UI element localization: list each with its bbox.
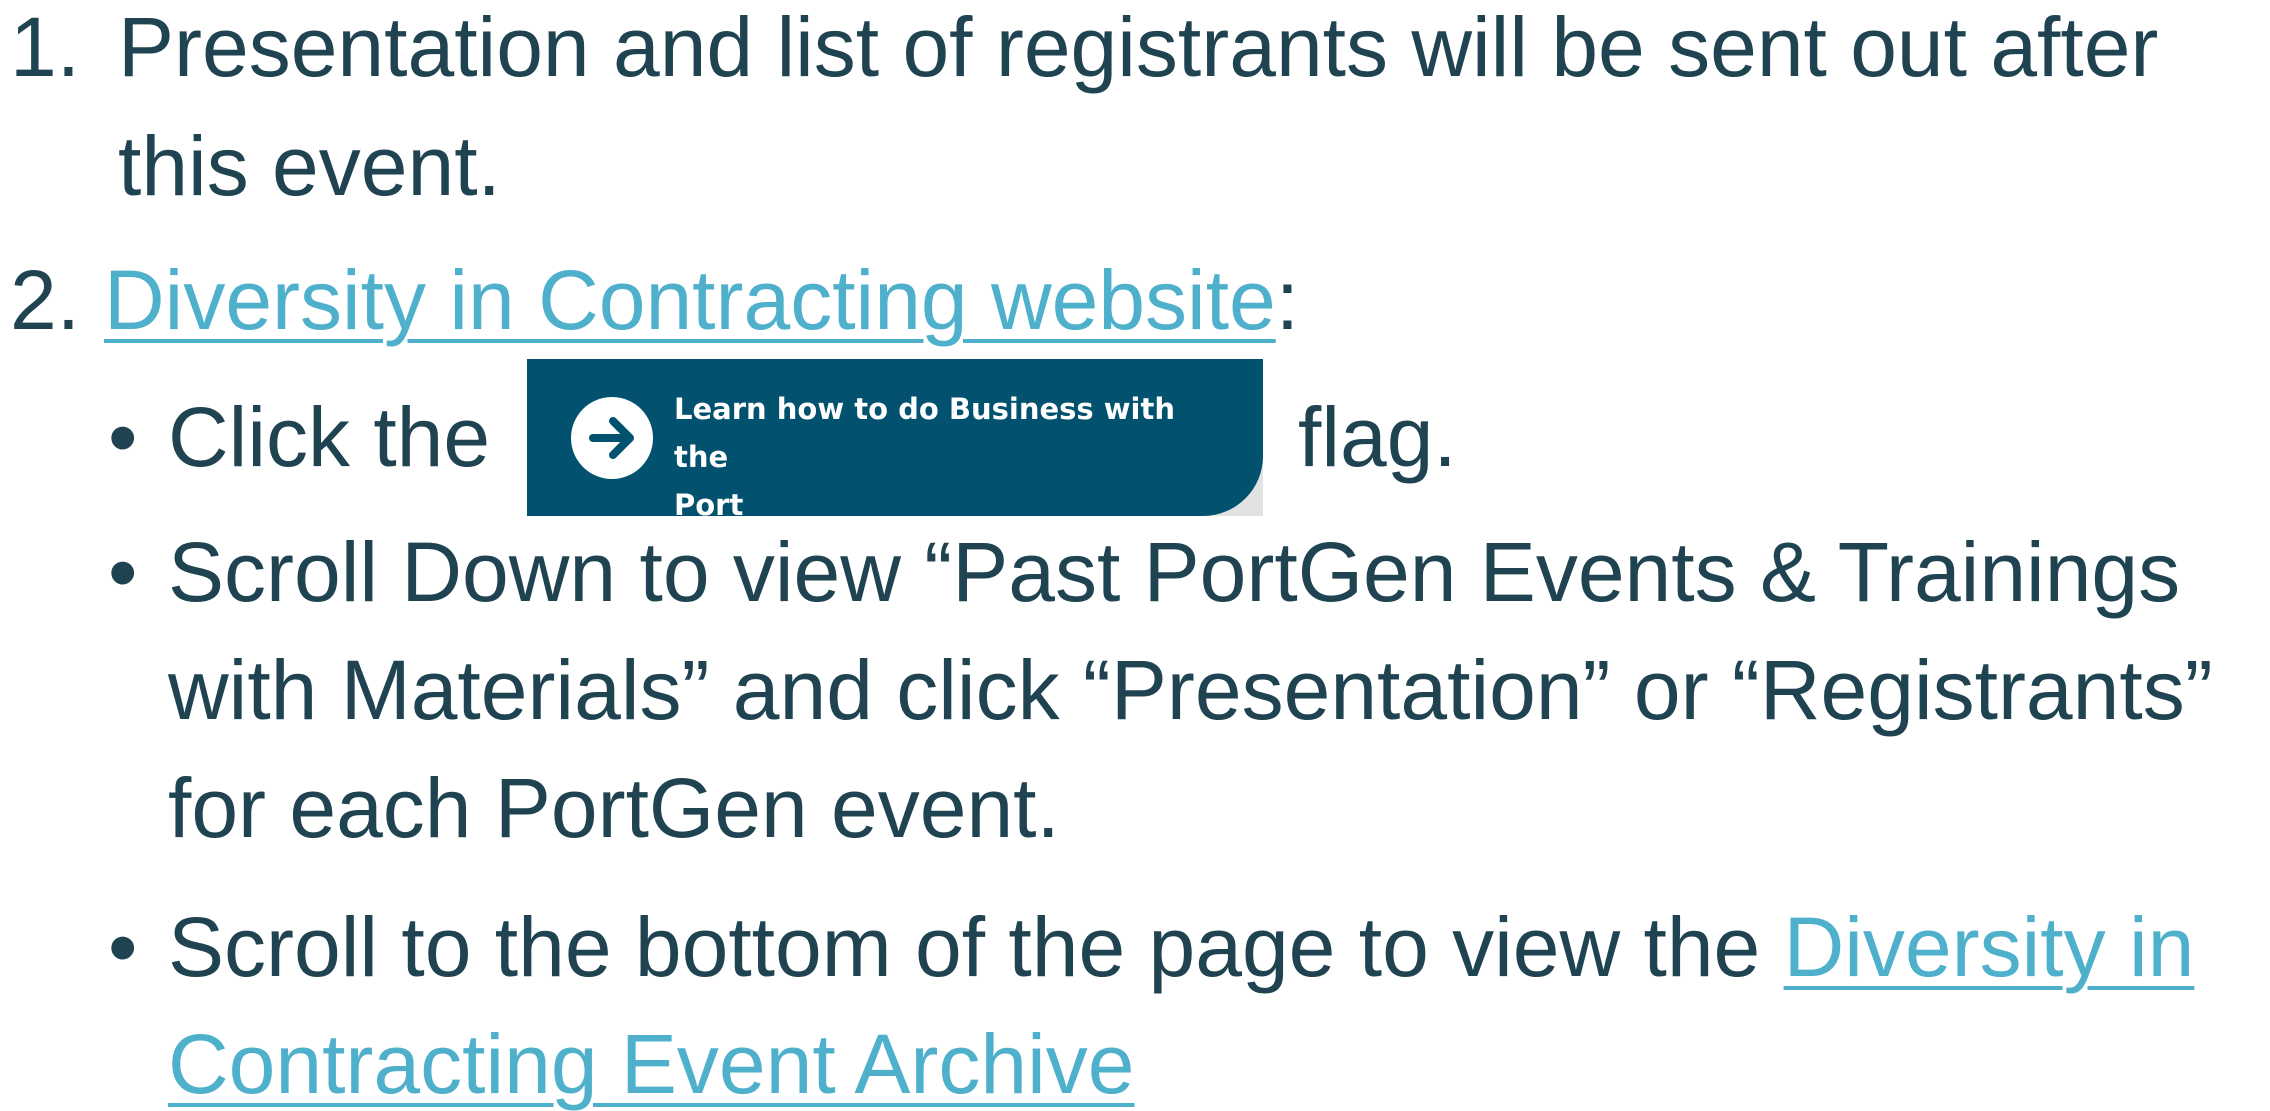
bullet1-after: flag. xyxy=(1298,390,1457,484)
flag-label-line2: Port xyxy=(674,488,744,522)
item2-colon: : xyxy=(1275,253,1300,347)
bullet3-text: Scroll to the bottom of the page to view… xyxy=(168,900,1784,994)
bullet-3: • xyxy=(108,900,138,994)
bullet1-before: Click the xyxy=(168,390,491,484)
bullet-2: • xyxy=(108,525,138,619)
learn-business-flag-button[interactable]: Learn how to do Business with the Port xyxy=(527,359,1263,522)
item1-line1: Presentation and list of registrants wil… xyxy=(118,0,2159,94)
item2-heading: Diversity in Contracting website: xyxy=(104,258,1299,342)
bullet-1: • xyxy=(108,390,138,484)
item1-line2: this event. xyxy=(118,119,501,213)
flag-label-line1: Learn how to do Business with the xyxy=(674,392,1176,474)
bullet2-line3: for each PortGen event. xyxy=(168,761,1060,855)
bullet3-line1: Scroll to the bottom of the page to view… xyxy=(168,905,2194,989)
bullet2-line1: Scroll Down to view “Past PortGen Events… xyxy=(168,525,2181,619)
arrow-right-circle-icon xyxy=(571,397,653,479)
event-archive-link-part1[interactable]: Diversity in xyxy=(1784,900,2195,994)
list-number-2: 2. xyxy=(10,253,81,347)
list-number-1: 1. xyxy=(10,0,81,94)
flag-label: Learn how to do Business with the Port xyxy=(674,385,1234,529)
bullet3-line2: Contracting Event Archive xyxy=(168,1022,1135,1106)
learn-business-flag-image: Learn how to do Business with the Port xyxy=(527,359,1263,522)
bullet2-line2: with Materials” and click “Presentation”… xyxy=(168,643,2213,737)
event-archive-link-part2[interactable]: Contracting Event Archive xyxy=(168,1017,1135,1111)
diversity-in-contracting-website-link[interactable]: Diversity in Contracting website xyxy=(104,253,1276,347)
